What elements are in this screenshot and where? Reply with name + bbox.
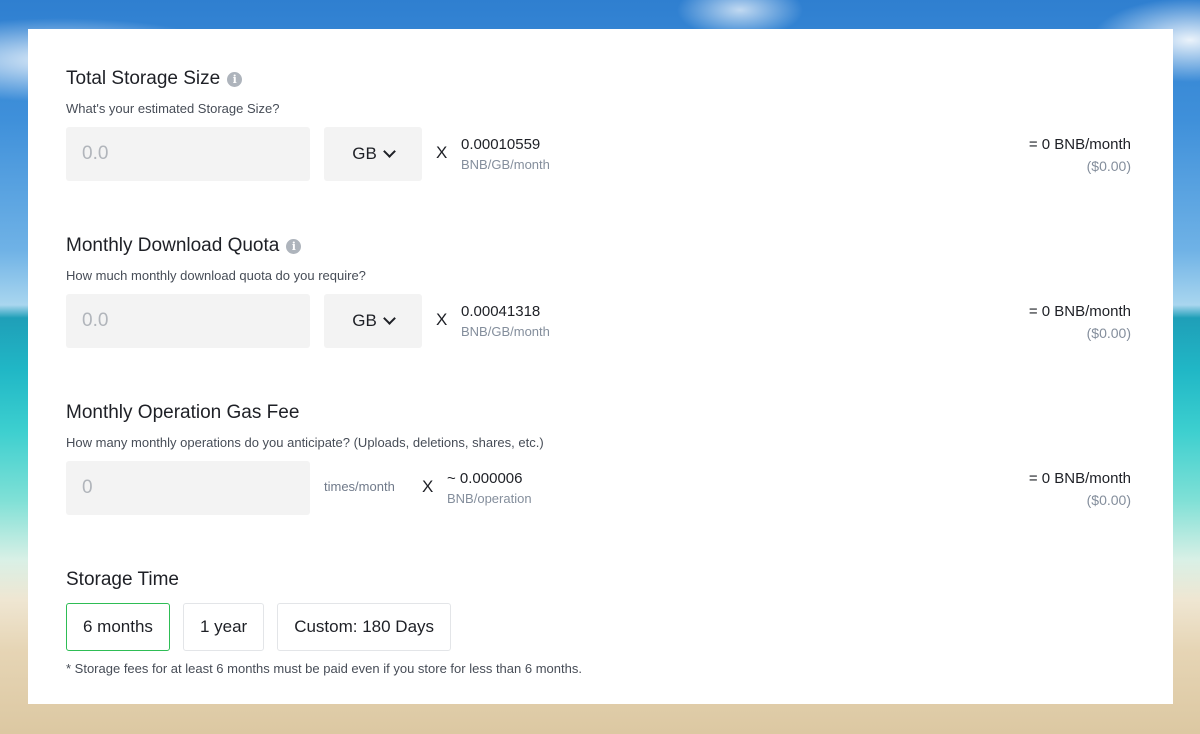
storage-size-section: Total Storage Size i What's your estimat…	[66, 67, 1131, 181]
info-icon[interactable]: i	[227, 71, 243, 87]
storage-rate-unit: BNB/GB/month	[461, 157, 550, 172]
download-result-usd: ($0.00)	[1086, 325, 1131, 341]
download-unit-select[interactable]: GB	[324, 294, 422, 348]
storage-result-usd: ($0.00)	[1086, 158, 1131, 174]
multiply-sign: X	[436, 310, 448, 329]
storage-fee-note: * Storage fees for at least 6 months mus…	[66, 661, 582, 676]
download-unit-value: GB	[352, 311, 377, 330]
option-custom-days[interactable]: Custom: 180 Days	[277, 603, 452, 651]
chevron-down-icon	[382, 145, 396, 158]
gas-fee-heading: Monthly Operation Gas Fee	[66, 401, 1131, 425]
operations-input[interactable]	[66, 461, 310, 515]
storage-calculator-card: Total Storage Size i What's your estimat…	[28, 29, 1173, 704]
gas-fee-row: times/month X ~ 0.000006 BNB/operation =…	[66, 461, 1131, 515]
option-6-months[interactable]: 6 months	[66, 603, 170, 651]
operations-unit: times/month	[324, 479, 395, 494]
gas-rate-value: ~ 0.000006	[447, 470, 523, 487]
download-rate: 0.00041318 BNB/GB/month	[461, 303, 550, 339]
gas-result-usd: ($0.00)	[1086, 492, 1131, 508]
storage-size-input[interactable]	[66, 127, 310, 181]
storage-result-bnb: = 0 BNB/month	[1028, 136, 1131, 153]
download-quota-row: GB X 0.00041318 BNB/GB/month = 0 BNB/mon…	[66, 294, 1131, 348]
download-quota-description: How much monthly download quota do you r…	[66, 268, 366, 283]
gas-fee-description: How many monthly operations do you antic…	[66, 435, 544, 450]
gas-fee-section: Monthly Operation Gas Fee How many month…	[66, 401, 1131, 515]
storage-size-description: What's your estimated Storage Size?	[66, 101, 280, 116]
storage-rate: 0.00010559 BNB/GB/month	[461, 136, 550, 172]
download-rate-unit: BNB/GB/month	[461, 324, 550, 339]
download-rate-value: 0.00041318	[461, 303, 541, 320]
storage-size-title: Total Storage Size	[66, 68, 221, 89]
storage-size-row: GB X 0.00010559 BNB/GB/month = 0 BNB/mon…	[66, 127, 1131, 181]
storage-unit-select[interactable]: GB	[324, 127, 422, 181]
multiply-sign: X	[422, 477, 434, 496]
storage-time-title: Storage Time	[66, 569, 179, 590]
storage-time-section: Storage Time 6 months 1 year Custom: 180…	[66, 568, 1131, 676]
gas-rate: ~ 0.000006 BNB/operation	[447, 470, 532, 506]
storage-result: = 0 BNB/month ($0.00)	[1029, 136, 1131, 174]
download-quota-heading: Monthly Download Quota i	[66, 234, 1131, 258]
download-quota-title: Monthly Download Quota	[66, 235, 280, 256]
option-1-year[interactable]: 1 year	[182, 603, 265, 651]
gas-result-bnb: = 0 BNB/month	[1028, 470, 1131, 487]
storage-unit-value: GB	[352, 144, 377, 163]
multiply-sign: X	[436, 143, 448, 162]
download-quota-section: Monthly Download Quota i How much monthl…	[66, 234, 1131, 348]
download-quota-input[interactable]	[66, 294, 310, 348]
storage-time-options: 6 months 1 year Custom: 180 Days	[66, 603, 452, 651]
download-result-bnb: = 0 BNB/month	[1028, 303, 1131, 320]
storage-rate-value: 0.00010559	[461, 136, 541, 153]
gas-result: = 0 BNB/month ($0.00)	[1029, 470, 1131, 508]
storage-size-heading: Total Storage Size i	[66, 67, 1131, 91]
gas-fee-title: Monthly Operation Gas Fee	[66, 402, 300, 423]
download-result: = 0 BNB/month ($0.00)	[1029, 303, 1131, 341]
chevron-down-icon	[382, 312, 396, 325]
info-icon[interactable]: i	[286, 238, 302, 254]
gas-rate-unit: BNB/operation	[447, 491, 532, 506]
